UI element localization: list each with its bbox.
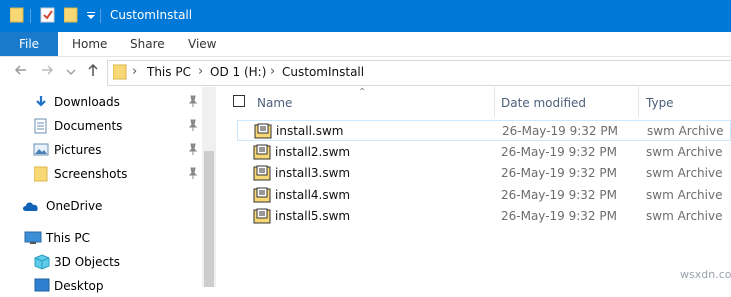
nav-item-label: Screenshots [54, 167, 128, 181]
column-divider[interactable] [494, 87, 495, 117]
address-row: › This PC › OD 1 (H:) › CustomInstall [0, 57, 731, 87]
file-name[interactable]: install2.swm [275, 145, 350, 159]
nav-item-label: This PC [46, 231, 90, 245]
pictures-icon [33, 143, 49, 160]
nav-item-label: Documents [54, 119, 123, 133]
file-type: swm Archive [646, 166, 723, 180]
ribbon-tabs: File Home Share View [0, 32, 731, 57]
swm-file-icon [253, 187, 271, 206]
recent-locations-icon[interactable] [66, 65, 76, 81]
cloud-icon [22, 200, 40, 215]
pin-icon [188, 167, 198, 179]
column-header-type[interactable]: Type [646, 96, 674, 110]
up-arrow-icon[interactable] [86, 63, 100, 81]
navigation-pane: Downloads Documents Pictures Screenshots… [0, 87, 210, 293]
column-divider[interactable] [638, 87, 639, 117]
customize-quick-access-icon[interactable] [86, 10, 96, 24]
table-row[interactable]: install2.swm 26-May-19 9:32 PM swm Archi… [237, 142, 731, 163]
nav-item-documents[interactable]: Documents [0, 115, 202, 137]
swm-file-icon [253, 208, 271, 227]
file-name[interactable]: install3.swm [275, 166, 350, 180]
column-header-name[interactable]: Name [257, 96, 292, 110]
nav-item-label: Desktop [54, 279, 104, 293]
file-type: swm Archive [647, 124, 724, 138]
file-date-modified: 26-May-19 9:32 PM [501, 188, 617, 202]
table-row[interactable]: install4.swm 26-May-19 9:32 PM swm Archi… [237, 185, 731, 206]
pin-icon [188, 119, 198, 131]
toolbar-divider [100, 9, 101, 23]
swm-file-icon [253, 144, 271, 163]
breadcrumb-drive[interactable]: OD 1 (H:) [210, 65, 266, 79]
file-type: swm Archive [646, 145, 723, 159]
documents-icon [34, 118, 48, 137]
tab-file[interactable]: File [0, 32, 58, 56]
nav-item-screenshots[interactable]: Screenshots [0, 163, 202, 185]
pin-icon [188, 143, 198, 155]
nav-item-this-pc[interactable]: This PC [0, 227, 202, 249]
table-row[interactable]: install.swm 26-May-19 9:32 PM swm Archiv… [237, 120, 731, 141]
window-title: CustomInstall [110, 8, 193, 22]
folder-icon [112, 64, 127, 83]
nav-item-label: OneDrive [46, 199, 103, 213]
breadcrumb-this-pc[interactable]: This PC [147, 65, 191, 79]
column-header-date-modified[interactable]: Date modified [501, 96, 586, 110]
file-name[interactable]: install4.swm [275, 188, 350, 202]
file-name[interactable]: install5.swm [275, 209, 350, 223]
download-icon [34, 95, 48, 112]
nav-item-desktop[interactable]: Desktop [0, 275, 202, 297]
nav-item-pictures[interactable]: Pictures [0, 139, 202, 161]
tab-view[interactable]: View [188, 32, 216, 56]
tab-home[interactable]: Home [72, 32, 107, 56]
scrollbar-thumb[interactable] [204, 151, 214, 287]
file-date-modified: 26-May-19 9:32 PM [501, 145, 617, 159]
computer-icon [24, 231, 42, 248]
forward-arrow-icon[interactable] [40, 63, 54, 81]
nav-item-label: Pictures [54, 143, 102, 157]
swm-file-icon [253, 165, 271, 184]
breadcrumb-separator-icon: › [132, 64, 138, 79]
nav-item-3d-objects[interactable]: 3D Objects [0, 251, 202, 273]
toolbar-divider [30, 9, 31, 23]
address-bar[interactable]: › This PC › OD 1 (H:) › CustomInstall [107, 60, 731, 86]
breadcrumb-custominstall[interactable]: CustomInstall [282, 65, 364, 79]
navigation-scrollbar[interactable] [202, 87, 216, 287]
nav-item-label: 3D Objects [54, 255, 121, 269]
folder-icon [33, 166, 48, 185]
tab-share[interactable]: Share [130, 32, 165, 56]
nav-item-label: Downloads [54, 95, 120, 109]
file-list: ⌃ Name Date modified Type install.swm 26… [216, 87, 731, 287]
file-type: swm Archive [646, 188, 723, 202]
folder-icon [9, 7, 24, 26]
nav-item-downloads[interactable]: Downloads [0, 91, 202, 113]
breadcrumb-separator-icon: › [198, 64, 204, 79]
nav-item-onedrive[interactable]: OneDrive [0, 195, 202, 217]
table-row[interactable]: install3.swm 26-May-19 9:32 PM swm Archi… [237, 163, 731, 184]
properties-icon[interactable] [40, 7, 56, 26]
title-bar: CustomInstall [0, 0, 731, 32]
file-date-modified: 26-May-19 9:32 PM [501, 209, 617, 223]
file-date-modified: 26-May-19 9:32 PM [502, 124, 618, 138]
new-folder-icon[interactable] [63, 7, 78, 26]
sort-ascending-icon: ⌃ [358, 87, 367, 98]
breadcrumb-separator-icon: › [270, 64, 276, 79]
watermark: wsxdn.com [680, 268, 731, 281]
swm-file-icon [254, 123, 272, 142]
back-arrow-icon[interactable] [14, 63, 28, 81]
file-name[interactable]: install.swm [276, 124, 344, 138]
file-type: swm Archive [646, 209, 723, 223]
file-date-modified: 26-May-19 9:32 PM [501, 166, 617, 180]
select-all-checkbox[interactable] [233, 95, 245, 107]
pin-icon [188, 95, 198, 107]
table-row[interactable]: install5.swm 26-May-19 9:32 PM swm Archi… [237, 206, 731, 227]
column-header-row: ⌃ Name Date modified Type [216, 87, 731, 117]
cube-icon [34, 254, 50, 273]
